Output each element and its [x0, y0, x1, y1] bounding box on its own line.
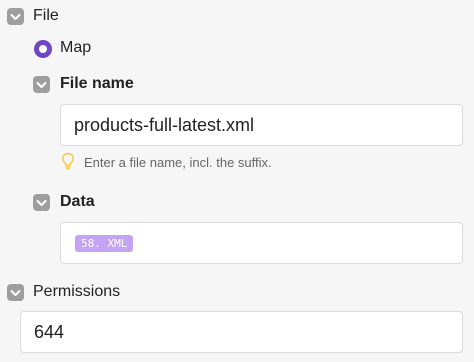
data-mapping-pill[interactable]: 58. XML	[75, 235, 134, 252]
map-option-label: Map	[60, 39, 92, 56]
permissions-input[interactable]: 644	[20, 311, 463, 353]
file-name-label: File name	[60, 75, 134, 92]
file-name-value: products-full-latest.xml	[74, 115, 255, 135]
permissions-label: Permissions	[33, 283, 121, 300]
data-label: Data	[60, 193, 95, 210]
permissions-collapse-toggle[interactable]	[7, 284, 24, 301]
file-name-collapse-toggle[interactable]	[33, 76, 50, 93]
map-radio[interactable]	[34, 40, 52, 58]
chevron-down-icon	[10, 290, 21, 296]
data-collapse-toggle[interactable]	[33, 194, 50, 211]
data-input[interactable]: 58. XML	[60, 222, 463, 264]
file-section-label: File	[33, 7, 59, 24]
chevron-down-icon	[10, 14, 21, 20]
chevron-down-icon	[36, 200, 47, 206]
chevron-down-icon	[36, 82, 47, 88]
lightbulb-icon	[62, 152, 74, 170]
file-collapse-toggle[interactable]	[7, 8, 24, 25]
file-name-hint: Enter a file name, incl. the suffix.	[84, 155, 272, 170]
permissions-value: 644	[34, 322, 65, 342]
file-name-input[interactable]: products-full-latest.xml	[60, 104, 463, 146]
